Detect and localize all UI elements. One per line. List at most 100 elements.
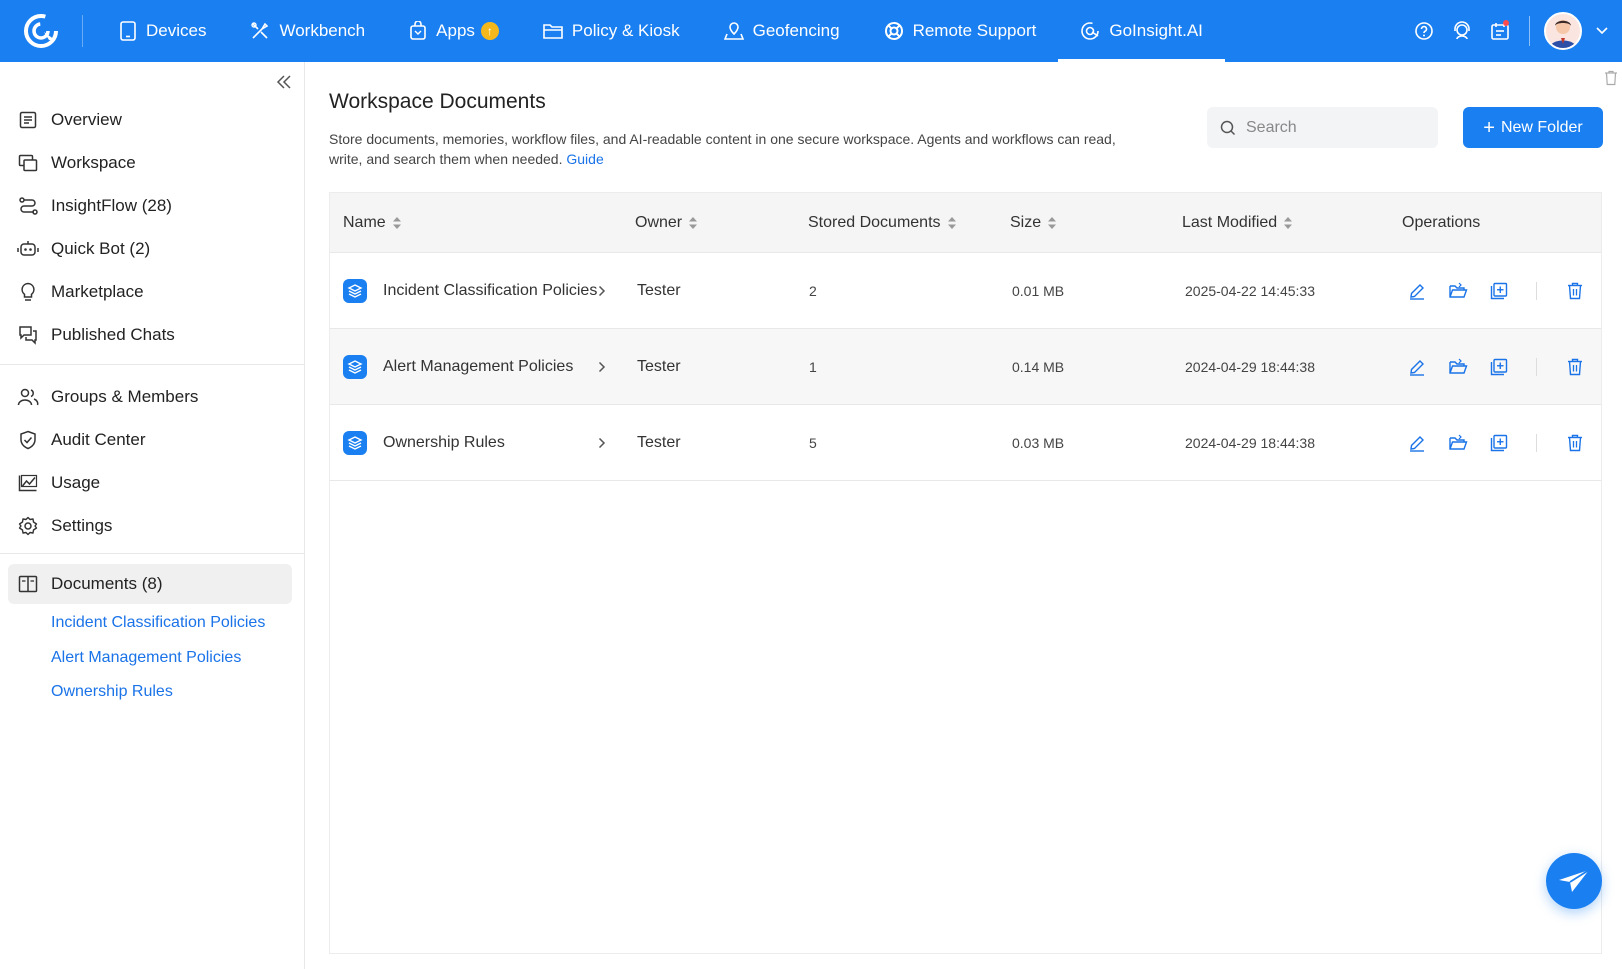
sidebar-item-usage[interactable]: Usage <box>0 463 305 503</box>
trash-icon[interactable] <box>1564 356 1586 378</box>
column-header-label: Stored Documents <box>808 214 941 231</box>
add-document-icon[interactable] <box>1488 280 1510 302</box>
table-row[interactable]: Incident Classification Policies Tester … <box>330 253 1601 329</box>
folder-name-cell[interactable]: Ownership Rules <box>343 405 613 481</box>
folder-open-icon[interactable] <box>1447 356 1469 378</box>
search-box[interactable] <box>1207 107 1438 148</box>
help-icon[interactable] <box>1405 0 1443 62</box>
owner-cell: Tester <box>637 434 681 451</box>
add-document-icon[interactable] <box>1488 356 1510 378</box>
trash-icon[interactable] <box>1564 280 1586 302</box>
shield-icon <box>17 429 39 451</box>
column-header-size[interactable]: Size <box>1010 193 1057 253</box>
notification-icon[interactable] <box>1481 0 1519 62</box>
chevron-right-icon[interactable] <box>598 405 606 481</box>
column-header-stored-documents[interactable]: Stored Documents <box>808 193 957 253</box>
send-chat-button[interactable] <box>1546 853 1602 909</box>
chevron-down-icon[interactable] <box>1582 0 1622 62</box>
edit-icon[interactable] <box>1406 280 1428 302</box>
folder-open-icon[interactable] <box>1447 280 1469 302</box>
column-header-owner[interactable]: Owner <box>635 193 698 253</box>
nav-goinsight-ai[interactable]: GoInsight.AI <box>1058 0 1225 62</box>
column-header-last-modified[interactable]: Last Modified <box>1182 193 1293 253</box>
sidebar-item-label: Groups & Members <box>51 387 199 406</box>
top-divider <box>1529 16 1530 46</box>
app-logo-icon[interactable] <box>0 0 82 62</box>
nav-policy-kiosk-label: Policy & Kiosk <box>571 21 680 40</box>
trash-icon[interactable] <box>1604 70 1618 86</box>
chevron-right-icon[interactable] <box>598 329 606 405</box>
nav-apps[interactable]: Apps ↑ <box>387 0 521 62</box>
nav-workbench[interactable]: Workbench <box>228 0 387 62</box>
row-operations <box>1402 253 1586 329</box>
sidebar-item-documents[interactable]: Documents (8) <box>8 564 292 604</box>
search-icon <box>1220 120 1236 135</box>
sidebar-item-audit-center[interactable]: Audit Center <box>0 420 305 460</box>
folder-name-cell[interactable]: Alert Management Policies <box>343 329 613 405</box>
folder-icon <box>543 24 563 39</box>
location-icon <box>723 22 744 40</box>
table-row[interactable]: Ownership Rules Tester 5 0.03 MB 2024-04… <box>330 405 1601 481</box>
paper-plane-icon <box>1559 869 1590 892</box>
nav-apps-label: Apps <box>436 21 475 40</box>
user-avatar[interactable] <box>1544 12 1582 50</box>
sidebar-divider <box>0 364 304 365</box>
sidebar-item-groups-members[interactable]: Groups & Members <box>0 377 305 417</box>
sidebar-item-marketplace[interactable]: Marketplace <box>0 272 305 312</box>
sidebar-item-label: Audit Center <box>51 430 146 449</box>
owner-cell: Tester <box>637 282 681 299</box>
sort-icon <box>1283 216 1293 230</box>
description-text: Store documents, memories, workflow file… <box>329 131 1116 167</box>
sidebar-item-insightflow[interactable]: InsightFlow (28) <box>0 186 305 226</box>
nav-remote-support[interactable]: Remote Support <box>862 0 1059 62</box>
search-input[interactable] <box>1246 118 1426 137</box>
chevron-right-icon[interactable] <box>598 253 606 329</box>
sidebar-subitem-incident-classification[interactable]: Incident Classification Policies <box>51 612 265 634</box>
sidebar-subitem-alert-management[interactable]: Alert Management Policies <box>51 647 241 669</box>
trash-icon[interactable] <box>1564 432 1586 454</box>
table-row[interactable]: Alert Management Policies Tester 1 0.14 … <box>330 329 1601 405</box>
add-document-icon[interactable] <box>1488 432 1510 454</box>
stack-icon <box>343 279 367 303</box>
folder-name-cell[interactable]: Incident Classification Policies <box>343 253 613 329</box>
sidebar-item-quick-bot[interactable]: Quick Bot (2) <box>0 229 305 269</box>
new-folder-button[interactable]: + New Folder <box>1463 107 1603 148</box>
edit-icon[interactable] <box>1406 356 1428 378</box>
size-cell: 0.14 MB <box>1012 359 1065 375</box>
sort-icon <box>392 216 402 230</box>
top-navigation-bar: Devices Workbench Apps ↑ Policy & Kiosk … <box>0 0 1622 62</box>
column-header-name[interactable]: Name <box>343 193 402 253</box>
size-cell: 0.01 MB <box>1012 283 1065 299</box>
column-header-label: Size <box>1010 214 1042 231</box>
sidebar-item-label: Marketplace <box>51 282 144 301</box>
ai-icon <box>1081 22 1100 40</box>
column-header-operations: Operations <box>1402 193 1480 253</box>
sidebar: Overview Workspace InsightFlow (28) Quic… <box>0 62 305 969</box>
tablet-icon <box>120 21 136 41</box>
folder-name: Alert Management Policies <box>383 358 574 375</box>
nav-geofencing[interactable]: Geofencing <box>702 0 862 62</box>
last-modified-cell: 2024-04-29 18:44:38 <box>1185 435 1315 451</box>
sidebar-item-label: Published Chats <box>51 325 175 344</box>
collapse-sidebar-icon[interactable] <box>272 70 296 94</box>
nav-devices[interactable]: Devices <box>97 0 228 62</box>
sidebar-subitem-ownership-rules[interactable]: Ownership Rules <box>51 681 173 703</box>
sidebar-item-overview[interactable]: Overview <box>0 100 305 140</box>
sidebar-item-settings[interactable]: Settings <box>0 506 305 546</box>
sort-icon <box>947 216 957 230</box>
lifebuoy-icon <box>884 22 903 40</box>
guide-link[interactable]: Guide <box>566 151 603 167</box>
stack-icon <box>343 355 367 379</box>
folder-open-icon[interactable] <box>1447 432 1469 454</box>
lightbulb-icon <box>17 281 39 303</box>
owner-cell: Tester <box>637 358 681 375</box>
support-agent-icon[interactable] <box>1443 0 1481 62</box>
sidebar-item-workspace[interactable]: Workspace <box>0 143 305 183</box>
stored-documents-cell: 2 <box>809 283 817 299</box>
column-header-label: Last Modified <box>1182 214 1278 231</box>
edit-icon[interactable] <box>1406 432 1428 454</box>
sidebar-item-published-chats[interactable]: Published Chats <box>0 315 305 355</box>
documents-table: Name Owner Stored Documents Size Last Mo… <box>329 192 1602 954</box>
gear-icon <box>17 515 39 537</box>
nav-policy-kiosk[interactable]: Policy & Kiosk <box>521 0 702 62</box>
